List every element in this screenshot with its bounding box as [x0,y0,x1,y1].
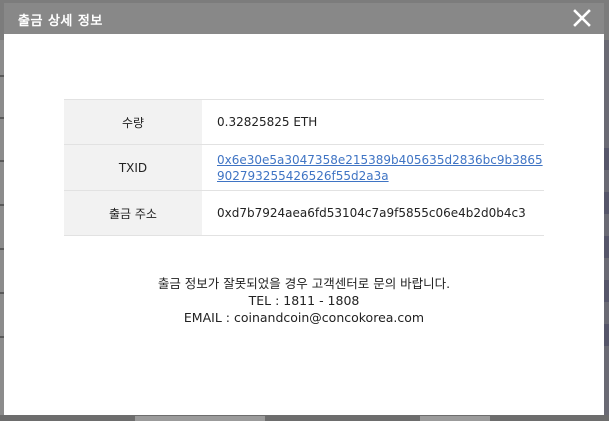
txid-cell: 0x6e30e5a3047358e215389b405635d2836bc9b3… [202,144,544,191]
background-right-edge [604,40,609,421]
support-notice: 출금 정보가 잘못되었을 경우 고객센터로 문의 바랍니다. TEL : 181… [4,275,604,326]
close-button[interactable] [570,6,594,30]
background-right-mark [604,324,609,346]
table-row: TXID 0x6e30e5a3047358e215389b405635d2836… [64,144,544,191]
background-right-mark [604,236,609,258]
table-row: 출금 주소 0xd7b7924aea6fd53104c7a9f5855c06e4… [64,190,544,236]
address-value: 0xd7b7924aea6fd53104c7a9f5855c06e4b2d0b4… [202,190,544,236]
close-icon [573,9,591,27]
amount-value: 0.32825825 ETH [202,99,544,145]
notice-tel: TEL : 1811 - 1808 [248,293,360,308]
txid-link[interactable]: 0x6e30e5a3047358e215389b405635d2836bc9b3… [217,152,543,184]
amount-label: 수량 [64,99,202,145]
table-row: 수량 0.32825825 ETH [64,99,544,145]
modal-header: 출금 상세 정보 [4,3,604,34]
notice-email: EMAIL : coinandcoin@concokorea.com [183,310,425,325]
background-bottom-field [420,416,490,421]
background-right-mark [604,148,609,170]
modal-title: 출금 상세 정보 [18,14,103,29]
background-right-mark [604,280,609,302]
withdrawal-detail-modal: 출금 상세 정보 수량 0.32825825 ETH TXID 0x6e30e5… [4,3,604,415]
txid-label: TXID [64,144,202,191]
background-bottom-bar [0,415,609,421]
background-right-mark [604,192,609,214]
withdrawal-detail-table: 수량 0.32825825 ETH TXID 0x6e30e5a3047358e… [64,99,544,236]
address-label: 출금 주소 [64,190,202,236]
background-bottom-field [135,416,265,421]
notice-message: 출금 정보가 잘못되었을 경우 고객센터로 문의 바랍니다. [157,276,451,291]
